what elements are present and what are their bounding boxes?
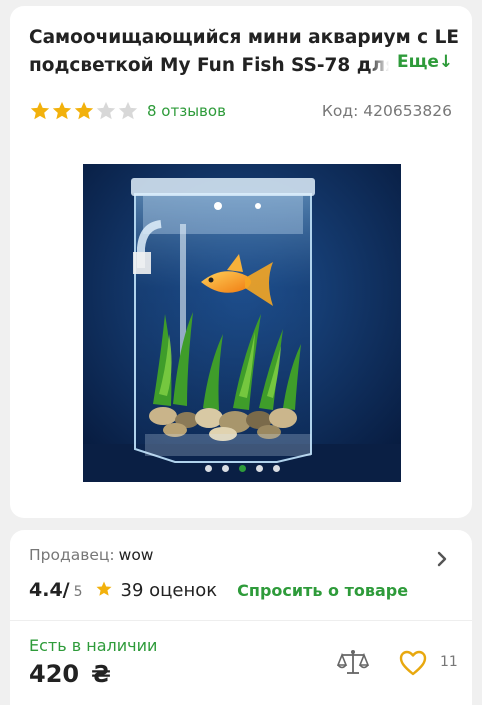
- heart-icon[interactable]: [399, 650, 427, 676]
- rating-summary[interactable]: 8 отзывов: [29, 100, 226, 122]
- show-more-link[interactable]: Еще↓: [397, 52, 453, 72]
- seller-card: Продавец: wow 4.4/ 5 39 оценок Спросить о…: [10, 530, 472, 705]
- divider: [10, 620, 472, 621]
- star-icon: [96, 581, 112, 596]
- product-card: Самоочищающийся мини аквариум с LED подс…: [10, 6, 472, 518]
- star-filled-icon: [74, 101, 94, 120]
- aquarium-photo: [83, 164, 401, 482]
- favorites-count: 11: [440, 654, 458, 670]
- star-empty-icon: [118, 101, 138, 120]
- star-empty-icon: [96, 101, 116, 120]
- chevron-right-icon[interactable]: [436, 550, 448, 568]
- gallery-dot[interactable]: [272, 465, 280, 472]
- product-title: Самоочищающийся мини аквариум с LED подс…: [29, 24, 459, 80]
- star-filled-icon: [30, 101, 50, 120]
- gallery-dot[interactable]: [255, 465, 263, 472]
- seller-label: Продавец:: [29, 546, 115, 564]
- currency-symbol: ₴: [91, 662, 111, 688]
- product-title-line-2: подсветкой My Fun Fish SS-78 для рыб: [29, 52, 389, 80]
- seller-info[interactable]: Продавец: wow: [29, 546, 153, 564]
- ask-about-product-link[interactable]: Спросить о товаре: [237, 581, 408, 600]
- compare-scales-icon[interactable]: [337, 648, 369, 676]
- gallery-dot[interactable]: [221, 465, 229, 472]
- product-image[interactable]: [83, 164, 401, 482]
- gallery-pagination: [83, 465, 401, 472]
- seller-rating: 4.4/ 5 39 оценок Спросить о товаре: [29, 578, 408, 601]
- availability-status: Есть в наличии: [29, 636, 158, 655]
- product-title-line-1: Самоочищающийся мини аквариум с LED: [29, 27, 459, 48]
- gallery-dot[interactable]: [204, 465, 212, 472]
- reviews-link[interactable]: 8 отзывов: [147, 102, 226, 120]
- seller-score-max: 5: [73, 584, 83, 600]
- product-code: Код: 420653826: [321, 102, 452, 120]
- seller-score: 4.4/: [29, 579, 70, 601]
- price: 420 ₴: [29, 660, 111, 688]
- seller-name[interactable]: wow: [119, 546, 154, 564]
- price-value: 420: [29, 660, 80, 688]
- seller-ratings-count[interactable]: 39 оценок: [121, 580, 218, 601]
- gallery-dot-active[interactable]: [238, 465, 246, 472]
- star-filled-icon: [52, 101, 72, 120]
